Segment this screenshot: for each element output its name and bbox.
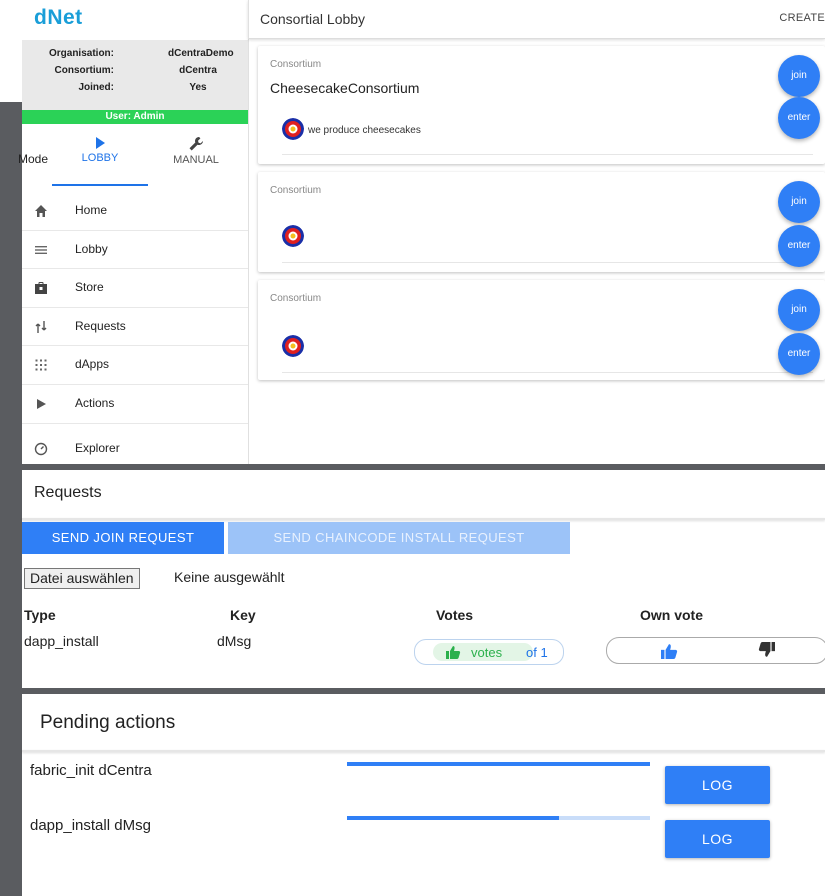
tab-lobby-label: LOBBY [81, 152, 119, 164]
org-row: Consortium: dCentra [22, 65, 248, 79]
column-header-type: Type [24, 607, 56, 623]
tab-underline [52, 184, 148, 186]
sidebar-item-label: dApps [75, 357, 110, 372]
org-info-panel: Organisation: dCentraDemo Consortium: dC… [22, 40, 248, 110]
requests-divider [22, 518, 825, 520]
request-key: dMsg [217, 633, 252, 649]
sidebar-menu: Home Lobby Store Requests dApps Actions … [22, 192, 248, 468]
sidebar-item-home[interactable]: Home [22, 192, 248, 231]
user-badge: User: Admin [22, 110, 248, 124]
consortium-description: we produce cheesecakes [308, 125, 421, 136]
menu-icon [35, 245, 47, 254]
app-header: Consortial Lobby CREATE [248, 0, 825, 39]
tab-lobby[interactable]: LOBBY [52, 132, 148, 186]
enter-button[interactable]: enter [778, 225, 820, 267]
create-button[interactable]: CREATE [779, 12, 825, 24]
org-key: Organisation: [48, 48, 114, 59]
progress-bar [347, 816, 650, 820]
votes-label: votes [471, 645, 503, 660]
sidebar-item-requests[interactable]: Requests [22, 308, 248, 347]
consortium-card: Consortium join enter [258, 172, 825, 272]
sidebar-item-explorer[interactable]: Explorer [22, 424, 248, 468]
column-header-votes: Votes [436, 607, 474, 623]
requests-icon [35, 320, 47, 333]
sidebar: dNet Organisation: dCentraDemo Consortiu… [18, 0, 249, 464]
request-type: dapp_install [24, 633, 99, 649]
send-join-request-button[interactable]: SEND JOIN REQUEST [22, 522, 224, 554]
sidebar-item-label: Store [75, 280, 104, 295]
sidebar-item-store[interactable]: Store [22, 269, 248, 308]
play-icon [37, 398, 46, 409]
log-button[interactable]: LOG [665, 766, 770, 804]
card-label: Consortium [270, 185, 322, 196]
home-icon [35, 205, 47, 217]
card-label: Consortium [270, 293, 322, 304]
org-value: dCentra [179, 65, 217, 76]
pending-divider [22, 750, 825, 752]
pending-actions-title: Pending actions [40, 712, 176, 733]
card-divider [282, 154, 813, 155]
org-row: Joined: Yes [22, 82, 248, 96]
wrench-icon [189, 137, 203, 151]
votes-indicator: votes of 1 [414, 639, 564, 665]
tab-manual[interactable]: MANUAL [148, 132, 244, 184]
consortium-logo-icon [282, 118, 304, 140]
consortium-card: Consortium CheesecakeConsortium we produ… [258, 46, 825, 164]
sidebar-item-lobby[interactable]: Lobby [22, 231, 248, 270]
sidebar-item-label: Explorer [75, 440, 120, 455]
file-status: Keine ausgewählt [174, 569, 285, 585]
requests-title: Requests [34, 484, 102, 501]
votes-chip: votes [433, 643, 533, 661]
join-button[interactable]: join [778, 55, 820, 97]
consortium-name: CheesecakeConsortium [270, 80, 420, 96]
sidebar-item-dapps[interactable]: dApps [22, 346, 248, 385]
vote-down-button[interactable] [757, 642, 777, 658]
backdrop-left [0, 102, 22, 896]
org-key: Consortium: [54, 65, 114, 76]
consortium-logo-icon [282, 225, 304, 247]
join-button[interactable]: join [778, 289, 820, 331]
sidebar-item-label: Home [75, 203, 108, 217]
org-row: Organisation: dCentraDemo [22, 48, 248, 62]
progress-bar [347, 762, 650, 766]
enter-button[interactable]: enter [778, 97, 820, 139]
log-button[interactable]: LOG [665, 820, 770, 858]
column-header-own-vote: Own vote [640, 607, 704, 623]
mode-label: Mode [18, 152, 49, 166]
page-title: Consortial Lobby [260, 11, 366, 27]
apps-icon [35, 359, 47, 371]
consortium-card: Consortium join enter [258, 280, 825, 380]
enter-button[interactable]: enter [778, 333, 820, 375]
sidebar-item-label: Actions [75, 395, 115, 410]
thumbs-up-icon [446, 646, 461, 659]
app-logo[interactable]: dNet [34, 6, 83, 30]
own-vote-toggle [606, 637, 825, 664]
join-button[interactable]: join [778, 181, 820, 223]
pending-action-label: fabric_init dCentra [30, 762, 152, 779]
card-divider [282, 262, 813, 263]
sidebar-item-actions[interactable]: Actions [22, 385, 248, 424]
votes-total: of 1 [526, 645, 548, 660]
sidebar-item-label: Lobby [75, 241, 108, 256]
card-label: Consortium [270, 59, 322, 70]
org-value: Yes [189, 82, 207, 93]
play-icon [96, 137, 105, 149]
vote-up-button[interactable] [659, 643, 679, 659]
org-key: Joined: [78, 82, 114, 93]
file-choose-button[interactable]: Datei auswählen [24, 568, 140, 589]
send-chaincode-install-button[interactable]: SEND CHAINCODE INSTALL REQUEST [228, 522, 570, 554]
sidebar-item-label: Requests [75, 318, 126, 333]
org-value: dCentraDemo [168, 48, 234, 59]
tab-manual-label: MANUAL [173, 154, 219, 166]
backdrop-band-2 [0, 688, 825, 694]
card-divider [282, 372, 813, 373]
progress-fill [347, 816, 560, 820]
explorer-icon [34, 442, 48, 455]
progress-fill [347, 762, 650, 766]
consortium-logo-icon [282, 335, 304, 357]
store-icon [35, 282, 47, 295]
column-header-key: Key [230, 607, 256, 623]
pending-action-label: dapp_install dMsg [30, 817, 151, 834]
